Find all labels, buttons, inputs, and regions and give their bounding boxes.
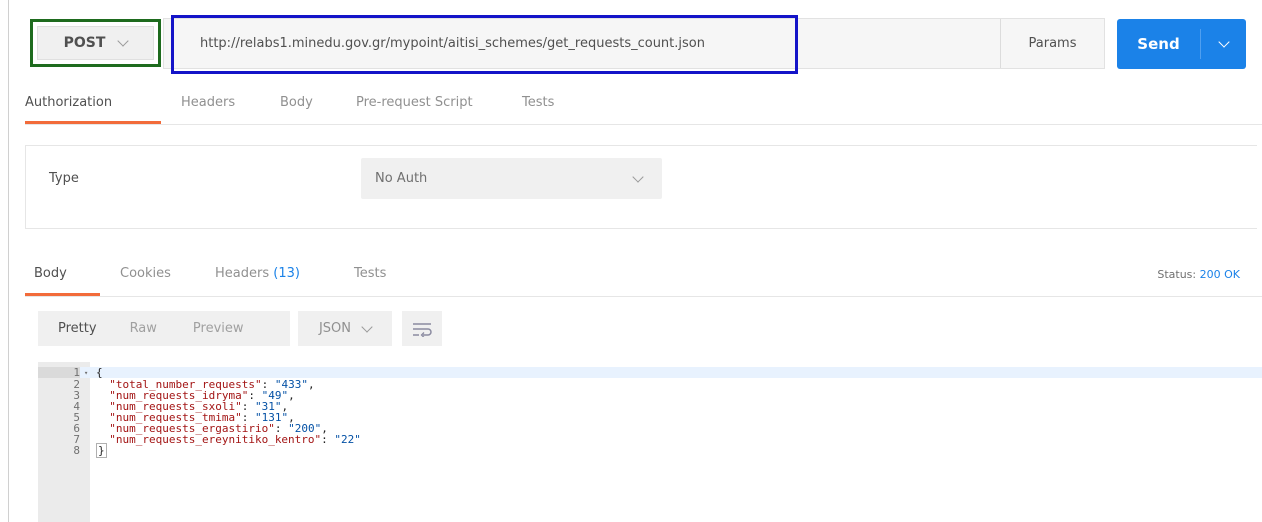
method-label: POST	[63, 35, 106, 51]
code-line: 8 }	[38, 443, 1262, 458]
wrap-lines-icon	[413, 322, 432, 337]
response-tab-headers-label: Headers	[215, 266, 270, 281]
chevron-down-icon	[361, 320, 373, 333]
status-label: Status:	[1157, 268, 1197, 281]
closing-brace: }	[96, 443, 107, 458]
method-select[interactable]: POST	[37, 26, 154, 60]
format-select[interactable]: JSON	[298, 311, 392, 346]
url-text[interactable]: http://relabs1.minedu.gov.gr/mypoint/ait…	[200, 36, 705, 51]
view-pretty-button[interactable]: Pretty	[58, 321, 97, 336]
send-label: Send	[1137, 35, 1180, 53]
chevron-down-icon	[117, 35, 130, 47]
send-dropdown[interactable]	[1201, 36, 1246, 48]
headers-count-badge: (13)	[273, 266, 300, 281]
format-value: JSON	[318, 321, 352, 336]
auth-type-select[interactable]: No Auth	[361, 158, 662, 199]
code-text: "num_requests_ereynitiko_kentro": "22"	[109, 433, 361, 446]
request-tabs: Authorization Headers Body Pre-request S…	[25, 86, 1262, 125]
view-preview-button[interactable]: Preview	[193, 321, 244, 336]
view-raw-button[interactable]: Raw	[130, 321, 157, 336]
tab-body[interactable]: Body	[280, 86, 313, 124]
line-number: 8	[73, 444, 80, 457]
code-line: 1 ▾ {	[38, 367, 1262, 378]
auth-type-label: Type	[49, 171, 79, 186]
code-line: 7 "num_requests_ereynitiko_kentro": "22"	[38, 434, 1262, 445]
response-tab-headers[interactable]: Headers (13)	[215, 257, 300, 295]
status-value: 200 OK	[1199, 268, 1240, 281]
tab-tests[interactable]: Tests	[522, 86, 554, 124]
response-body-editor[interactable]: 1 ▾ { 2 "total_number_requests": "433", …	[38, 362, 1262, 522]
response-tab-cookies[interactable]: Cookies	[120, 257, 171, 295]
wrap-lines-button[interactable]	[402, 311, 442, 346]
response-tabs: Body Cookies Headers (13) Tests	[25, 257, 1262, 297]
code-text: {	[96, 366, 103, 379]
line-number: 1	[38, 367, 80, 378]
tab-authorization[interactable]: Authorization	[25, 86, 161, 124]
response-tab-tests[interactable]: Tests	[354, 257, 386, 295]
chevron-down-icon	[1217, 36, 1230, 48]
view-mode-group: Pretty Raw Preview	[38, 311, 290, 346]
left-divider	[8, 0, 9, 522]
code-text: }	[96, 443, 107, 458]
fold-arrow-icon[interactable]: ▾	[84, 369, 88, 377]
tab-pre-request-script[interactable]: Pre-request Script	[356, 86, 473, 124]
tab-headers[interactable]: Headers	[181, 86, 235, 124]
chevron-down-icon	[632, 170, 644, 183]
method-highlight-box: POST	[30, 19, 161, 67]
response-status: Status: 200 OK	[1157, 268, 1240, 281]
params-button[interactable]: Params	[1000, 19, 1104, 68]
send-button[interactable]: Send	[1117, 19, 1246, 69]
auth-type-value: No Auth	[375, 171, 428, 186]
response-tab-body[interactable]: Body	[25, 257, 100, 296]
